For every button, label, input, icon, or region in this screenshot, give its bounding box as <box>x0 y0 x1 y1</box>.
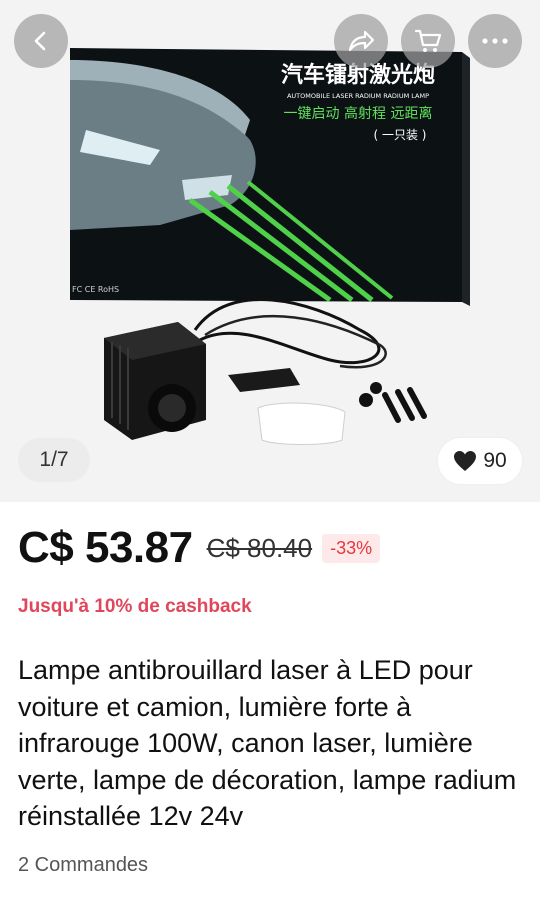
original-price: C$ 80.40 <box>206 532 313 563</box>
product-photo: 汽车镭射激光炮 AUTOMOBILE LASER RADIUM RADIUM L… <box>0 0 540 502</box>
box-feature-text: 一键启动 高射程 远距离 <box>284 105 433 122</box>
more-button[interactable] <box>468 14 522 68</box>
cashback-text: Jusqu'à 10% de cashback <box>18 596 252 617</box>
cart-icon <box>414 29 442 52</box>
share-button[interactable] <box>334 14 388 68</box>
back-button[interactable] <box>14 14 68 68</box>
wishlist-button[interactable]: 90 <box>438 438 522 484</box>
product-title: Lampe antibrouillard laser à LED pour vo… <box>18 655 517 831</box>
heart-icon <box>454 451 477 471</box>
box-subtitle-text: AUTOMOBILE LASER RADIUM RADIUM LAMP <box>287 92 429 100</box>
box-quantity-text: ( 一只装 ) <box>374 128 427 142</box>
current-price: C$ 53.87 <box>18 523 193 572</box>
discount-badge: -33% <box>322 533 381 563</box>
orders-count: 2 Commandes <box>18 854 149 876</box>
share-icon <box>348 30 375 52</box>
product-image-gallery[interactable]: 汽车镭射激光炮 AUTOMOBILE LASER RADIUM RADIUM L… <box>0 0 540 502</box>
back-arrow-icon <box>34 31 46 51</box>
more-icon <box>482 38 508 44</box>
box-cert-text: FC CE RoHS <box>72 285 119 294</box>
price-row: C$ 53.87 C$ 80.40 -33% <box>18 518 381 578</box>
image-counter: 1/7 <box>18 438 90 482</box>
likes-count: 90 <box>483 449 507 472</box>
cart-button[interactable] <box>401 14 455 68</box>
